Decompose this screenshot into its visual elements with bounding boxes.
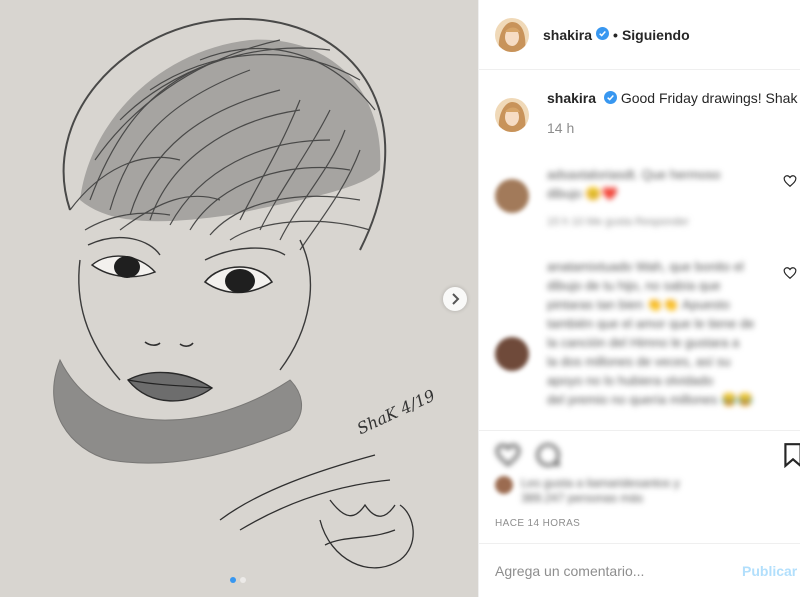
likes-summary[interactable]: Les gusta a liamaridesantos y 389.247 pe… — [495, 476, 680, 506]
profile-photo-icon — [495, 17, 529, 52]
post-timestamp[interactable]: HACE 14 HORAS — [495, 518, 580, 529]
following-button[interactable]: Siguiendo — [622, 27, 690, 43]
chevron-right-icon — [452, 293, 460, 305]
verified-badge-icon — [596, 26, 610, 43]
avatar[interactable] — [495, 337, 529, 371]
separator-dot: • — [613, 26, 618, 43]
comment-item: adsaxtaloriasdt. Que hermoso dibujo 😊❤️ … — [495, 165, 797, 232]
comment-line: también que el amor que le tiene de — [547, 316, 755, 331]
caption-username[interactable]: shakira — [547, 90, 596, 106]
heart-icon[interactable] — [783, 266, 797, 280]
comment-item: anatamixtuado Wah, que bonito el dibujo … — [495, 257, 797, 409]
caption-time[interactable]: 14 h — [547, 120, 797, 136]
comment-line: dibujo 😊❤️ — [547, 186, 618, 201]
carousel-next-button[interactable] — [443, 287, 467, 311]
action-bar — [479, 430, 800, 480]
comment-input[interactable] — [495, 562, 735, 579]
comment-line: pintaras tan bien 👏👏 Apuesto — [547, 297, 730, 312]
comment-line: la dos millones de veces, así su — [547, 354, 731, 369]
publish-button[interactable]: Publicar — [742, 563, 797, 579]
carousel-dot-1 — [230, 577, 236, 583]
comment-meta: 15 h 10 Me gusta Responder — [547, 216, 689, 228]
comment-line: del premio no quería millones 😂😂 — [547, 392, 754, 407]
carousel-dot-2 — [240, 577, 246, 583]
caption-text: Good Friday drawings! Shak — [620, 90, 798, 106]
post-caption: shakira Good Friday drawings! Shak 14 h — [495, 90, 800, 136]
comment-line: apoyo no lo hubiera olvidado — [547, 373, 714, 388]
like-icon[interactable] — [495, 442, 521, 468]
add-comment-bar: Publicar — [479, 543, 800, 597]
profile-photo-icon — [495, 98, 529, 132]
comment-line: anatamixtuado Wah, que bonito el — [547, 259, 744, 274]
post-image-sketch: ShaK 4/19 — [0, 0, 478, 597]
carousel-indicator — [230, 577, 246, 583]
avatar — [495, 476, 513, 494]
comment-line: adsaxtaloriasdt. Que hermoso — [547, 167, 721, 182]
avatar[interactable] — [495, 179, 529, 213]
heart-icon[interactable] — [783, 174, 797, 188]
likes-line: Les gusta a liamaridesantos y — [521, 476, 680, 490]
comment-line: la canción del Himno le gustara a — [547, 335, 740, 350]
username[interactable]: shakira — [543, 27, 592, 43]
post-header: shakira • Siguiendo — [479, 0, 800, 70]
post-sidebar: shakira • Siguiendo shakira Good Friday … — [478, 0, 800, 597]
avatar[interactable] — [495, 98, 529, 132]
post-media[interactable]: ShaK 4/19 — [0, 0, 478, 597]
verified-badge-icon — [603, 91, 617, 107]
avatar[interactable] — [495, 17, 529, 52]
comment-line: dibujo de tu hijo, no sabía que — [547, 278, 721, 293]
likes-line: 389.247 personas más — [521, 491, 644, 505]
comment-icon[interactable] — [535, 442, 561, 468]
bookmark-icon[interactable] — [780, 442, 800, 468]
